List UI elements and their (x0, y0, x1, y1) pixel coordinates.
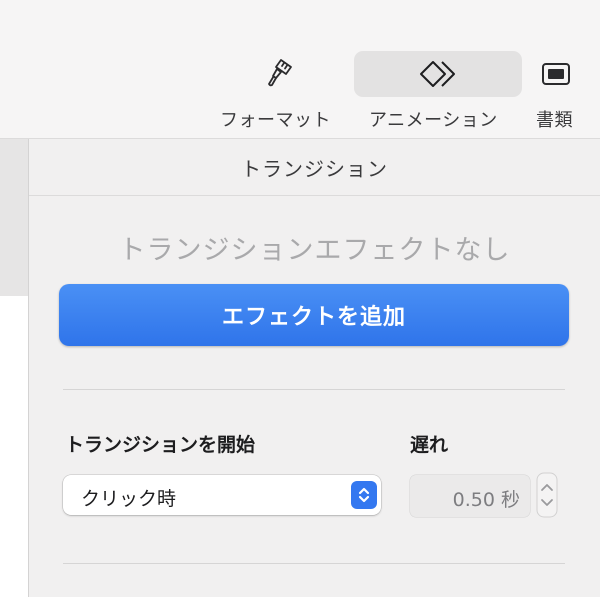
section-divider (63, 389, 565, 390)
add-effect-button[interactable]: エフェクトを追加 (59, 284, 569, 346)
document-icon (536, 58, 576, 90)
document-tab-label: 書類 (536, 110, 573, 131)
empty-state-text: トランジションエフェクトなし (118, 235, 511, 266)
start-transition-select[interactable]: クリック時 (63, 475, 381, 515)
slide-canvas-area[interactable] (0, 296, 28, 597)
delay-stepper[interactable] (536, 472, 558, 518)
paintbrush-icon (262, 56, 298, 90)
transition-inspector-panel: トランジション トランジションエフェクトなし エフェクトを追加 トランジションを… (29, 139, 600, 597)
slide-navigator-area (0, 139, 28, 296)
panel-header: トランジション (29, 139, 600, 196)
start-transition-label: トランジションを開始 (65, 434, 256, 456)
format-tab-label: フォーマット (220, 110, 331, 131)
start-transition-value: クリック時 (81, 488, 177, 510)
panel-title: トランジション (241, 156, 388, 181)
inspector-toolbar: フォーマット アニメーション 書類 (0, 0, 600, 139)
animation-tab-label: アニメーション (369, 110, 498, 131)
delay-value: 0.50 秒 (452, 489, 520, 511)
animation-diamonds-icon (354, 51, 522, 97)
section-divider-bottom (63, 563, 565, 564)
delay-label: 遅れ (410, 434, 449, 456)
chevron-up-down-icon (351, 481, 377, 509)
delay-field[interactable]: 0.50 秒 (410, 475, 530, 517)
